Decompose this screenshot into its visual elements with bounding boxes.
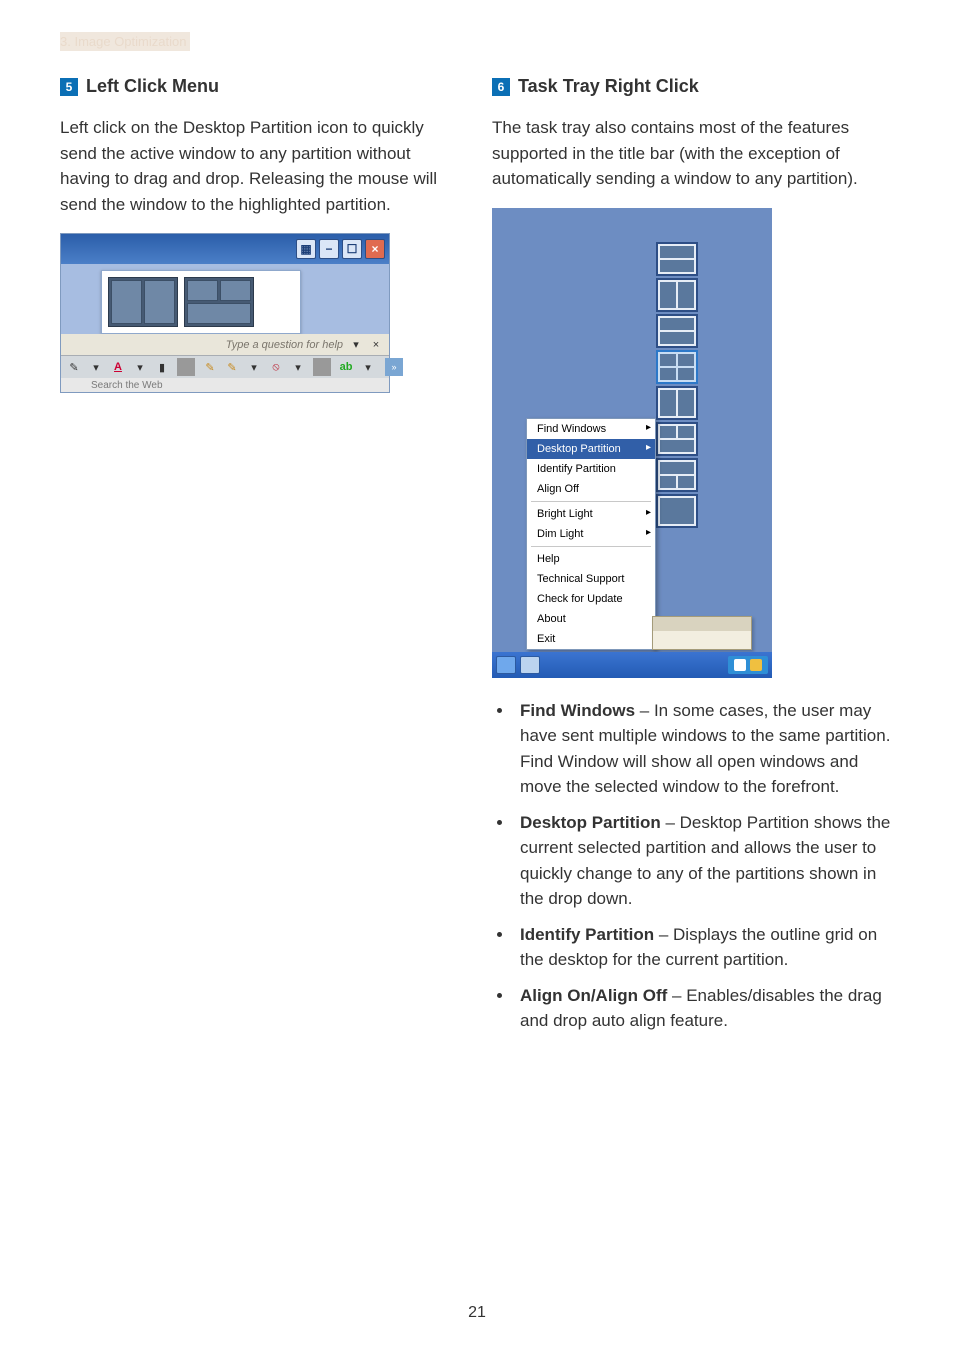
tray-icon[interactable] <box>734 659 746 671</box>
dropdown-icon[interactable]: ▾ <box>289 358 307 376</box>
partition-option-1[interactable] <box>108 277 178 327</box>
brush2-icon[interactable]: ✎ <box>223 358 241 376</box>
section-title-right: Task Tray Right Click <box>518 76 699 97</box>
dropdown-icon[interactable]: ▾ <box>245 358 263 376</box>
right-paragraph: The task tray also contains most of the … <box>492 115 894 192</box>
flyout-tile[interactable] <box>656 386 698 420</box>
window-footer: Search the Web <box>61 378 389 392</box>
window-titlebar: ▦ − ☐ × <box>61 234 389 264</box>
section-heading-5: 5 Left Click Menu <box>60 76 462 97</box>
system-tray[interactable] <box>728 656 768 674</box>
left-column: 5 Left Click Menu Left click on the Desk… <box>60 76 462 1044</box>
close-help-icon[interactable]: × <box>369 339 383 351</box>
font-color-button[interactable]: A <box>109 358 127 376</box>
dropdown-icon[interactable]: ▾ <box>131 358 149 376</box>
separator <box>313 358 331 376</box>
menu-technical-support[interactable]: Technical Support <box>527 569 655 589</box>
dropdown-icon[interactable]: ▾ <box>349 338 363 351</box>
dropdown-icon[interactable]: ▾ <box>359 358 377 376</box>
context-menu: Find Windows Desktop Partition Identify … <box>526 418 656 650</box>
no-entry-icon[interactable]: ⦸ <box>267 358 285 376</box>
menu-separator <box>531 501 651 502</box>
menu-separator <box>531 546 651 547</box>
partition-popover <box>101 270 301 334</box>
toolbar: ✎ ▾ A ▾ ▮ ✎ ✎ ▾ ⦸ ▾ ab ▾ » <box>61 355 389 378</box>
maximize-icon[interactable]: ☐ <box>342 239 362 259</box>
list-item: Find Windows – In some cases, the user m… <box>514 698 894 800</box>
bullet-list: Find Windows – In some cases, the user m… <box>492 698 894 1034</box>
brush-icon[interactable]: ✎ <box>201 358 219 376</box>
step-badge-5: 5 <box>60 78 78 96</box>
menu-dim-light[interactable]: Dim Light <box>527 524 655 544</box>
tray-icon[interactable] <box>750 659 762 671</box>
minimize-icon[interactable]: − <box>319 239 339 259</box>
about-dialog <box>652 616 752 650</box>
close-icon[interactable]: × <box>365 239 385 259</box>
menu-check-update[interactable]: Check for Update <box>527 589 655 609</box>
pencil-icon[interactable]: ✎ <box>65 358 83 376</box>
left-paragraph: Left click on the Desktop Partition icon… <box>60 115 462 217</box>
breadcrumb: 3. Image Optimization <box>60 32 190 51</box>
list-item: Identify Partition – Displays the outlin… <box>514 922 894 973</box>
flyout-tile[interactable] <box>656 494 698 528</box>
partition-flyout <box>656 242 701 528</box>
dropdown-icon[interactable]: ▾ <box>87 358 105 376</box>
page-number: 21 <box>0 1304 954 1322</box>
step-badge-6: 6 <box>492 78 510 96</box>
menu-help[interactable]: Help <box>527 549 655 569</box>
ab-button[interactable]: ab <box>337 358 355 376</box>
help-bar: Type a question for help ▾ × <box>61 334 389 355</box>
separator <box>177 358 195 376</box>
flyout-tile[interactable] <box>656 314 698 348</box>
flyout-tile[interactable] <box>656 458 698 492</box>
help-text[interactable]: Type a question for help <box>226 339 343 351</box>
list-item: Desktop Partition – Desktop Partition sh… <box>514 810 894 912</box>
menu-bright-light[interactable]: Bright Light <box>527 504 655 524</box>
partition-icon[interactable]: ▦ <box>296 239 316 259</box>
flyout-tile[interactable] <box>656 278 698 312</box>
menu-about[interactable]: About <box>527 609 655 629</box>
section-heading-6: 6 Task Tray Right Click <box>492 76 894 97</box>
section-title-left: Left Click Menu <box>86 76 219 97</box>
partition-option-2[interactable] <box>184 277 254 327</box>
right-column: 6 Task Tray Right Click The task tray al… <box>492 76 894 1044</box>
expand-icon[interactable]: » <box>385 358 403 376</box>
screenshot-right: Find Windows Desktop Partition Identify … <box>492 208 772 678</box>
list-item: Align On/Align Off – Enables/disables th… <box>514 983 894 1034</box>
menu-identify-partition[interactable]: Identify Partition <box>527 459 655 479</box>
menu-desktop-partition[interactable]: Desktop Partition <box>527 439 655 459</box>
taskbar-button[interactable] <box>496 656 516 674</box>
taskbar <box>492 652 772 678</box>
flyout-tile[interactable] <box>656 242 698 276</box>
page-content: 5 Left Click Menu Left click on the Desk… <box>60 76 894 1044</box>
search-icon[interactable] <box>520 656 540 674</box>
flyout-tile-selected[interactable] <box>656 350 698 384</box>
menu-exit[interactable]: Exit <box>527 629 655 649</box>
screenshot-left: ▦ − ☐ × Type a question for help ▾ × <box>60 233 390 393</box>
menu-align-off[interactable]: Align Off <box>527 479 655 499</box>
menu-find-windows[interactable]: Find Windows <box>527 419 655 439</box>
flyout-tile[interactable] <box>656 422 698 456</box>
fill-icon[interactable]: ▮ <box>153 358 171 376</box>
